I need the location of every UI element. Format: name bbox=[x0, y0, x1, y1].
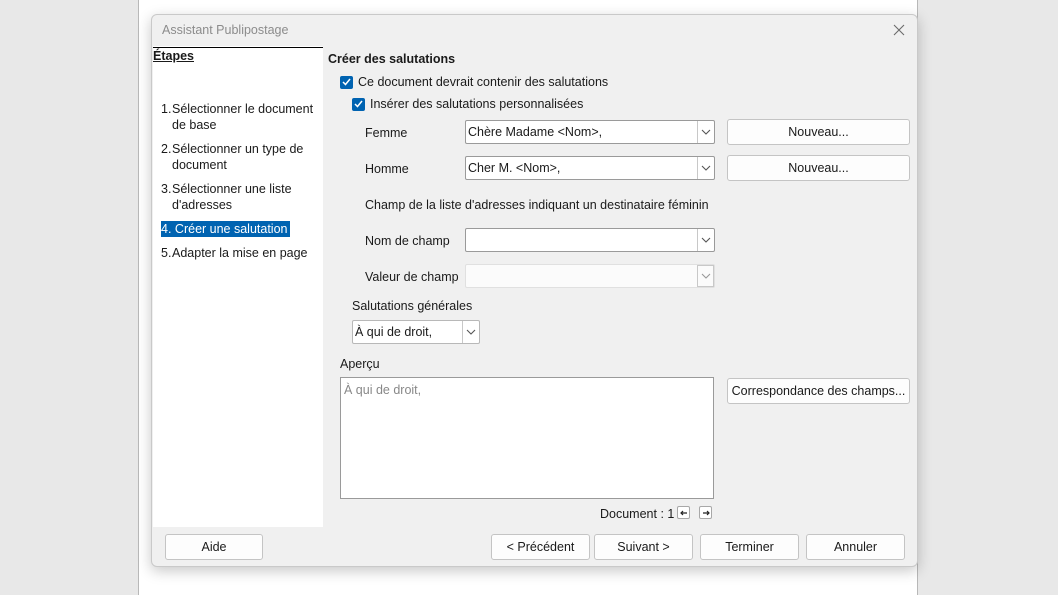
female-new-button[interactable]: Nouveau... bbox=[727, 119, 910, 145]
step-label: Adapter la mise en page bbox=[172, 246, 308, 260]
step-label: Sélectionner le document de base bbox=[172, 102, 314, 132]
step-select-document-type[interactable]: 2. Sélectionner un type de document bbox=[161, 141, 321, 173]
next-document-button[interactable] bbox=[699, 506, 712, 519]
cancel-button[interactable]: Annuler bbox=[806, 534, 905, 560]
mail-merge-wizard-dialog: Assistant Publipostage Étapes 1. Sélecti… bbox=[151, 14, 918, 567]
contains-salutation-checkbox[interactable]: Ce document devrait contenir des salutat… bbox=[340, 75, 608, 89]
close-icon bbox=[893, 24, 905, 36]
button-label: Nouveau... bbox=[788, 125, 849, 139]
step-label: Sélectionner un type de document bbox=[172, 142, 304, 172]
step-create-salutation[interactable]: 4. Créer une salutation bbox=[161, 221, 290, 237]
previous-document-button[interactable] bbox=[677, 506, 690, 519]
female-label: Femme bbox=[365, 126, 408, 140]
steps-heading: Étapes bbox=[153, 47, 323, 64]
male-salutation-select[interactable]: Cher M. <Nom>, bbox=[465, 156, 715, 180]
field-name-label: Nom de champ bbox=[365, 234, 450, 248]
preview-label: Aperçu bbox=[340, 357, 380, 371]
steps-panel: Étapes 1. Sélectionner le document de ba… bbox=[153, 46, 323, 527]
preview-box: À qui de droit, bbox=[340, 377, 714, 499]
arrow-left-icon bbox=[679, 510, 687, 515]
previous-button[interactable]: < Précédent bbox=[491, 534, 590, 560]
document-counter: Document : 1 bbox=[600, 507, 675, 521]
dialog-titlebar: Assistant Publipostage bbox=[152, 15, 917, 47]
checkbox-label: Ce document devrait contenir des salutat… bbox=[358, 75, 609, 89]
male-label: Homme bbox=[365, 162, 409, 176]
checkbox-label: Insérer des salutations personnalisées bbox=[370, 97, 584, 111]
step-adjust-layout[interactable]: 5. Adapter la mise en page bbox=[161, 245, 321, 261]
step-label: Créer une salutation bbox=[174, 222, 288, 236]
close-button[interactable] bbox=[887, 19, 911, 41]
finish-button[interactable]: Terminer bbox=[700, 534, 799, 560]
button-label: Suivant > bbox=[617, 540, 670, 554]
button-label: < Précédent bbox=[506, 540, 575, 554]
female-salutation-select[interactable]: Chère Madame <Nom>, bbox=[465, 120, 715, 144]
general-salutation-select[interactable]: À qui de droit, bbox=[352, 320, 480, 344]
step-number: 1. bbox=[161, 102, 172, 116]
personalized-salutation-checkbox[interactable]: Insérer des salutations personnalisées bbox=[352, 97, 583, 111]
chevron-down-icon bbox=[697, 265, 714, 287]
step-label: Sélectionner une liste d'adresses bbox=[172, 182, 292, 212]
field-name-select[interactable] bbox=[465, 228, 715, 252]
male-new-button[interactable]: Nouveau... bbox=[727, 155, 910, 181]
chevron-down-icon bbox=[697, 157, 714, 179]
select-value: Cher M. <Nom>, bbox=[468, 161, 561, 175]
button-label: Correspondance des champs... bbox=[731, 384, 906, 398]
button-label: Annuler bbox=[833, 540, 878, 554]
general-salutation-label: Salutations générales bbox=[352, 299, 473, 313]
select-value: Chère Madame <Nom>, bbox=[468, 125, 603, 139]
chevron-down-icon bbox=[697, 229, 714, 251]
button-label: Aide bbox=[201, 540, 227, 554]
field-value-label: Valeur de champ bbox=[365, 270, 459, 284]
step-select-base-document[interactable]: 1. Sélectionner le document de base bbox=[161, 101, 321, 133]
step-number: 5. bbox=[161, 246, 172, 260]
field-value-select[interactable] bbox=[465, 264, 715, 288]
arrow-right-icon bbox=[702, 510, 710, 515]
chevron-down-icon bbox=[462, 321, 479, 343]
button-label: Nouveau... bbox=[788, 161, 849, 175]
step-number: 3. bbox=[161, 182, 172, 196]
step-number: 2. bbox=[161, 142, 172, 156]
help-button[interactable]: Aide bbox=[165, 534, 263, 560]
checkbox-checked-icon bbox=[340, 75, 353, 89]
preview-text: À qui de droit, bbox=[344, 383, 422, 397]
field-info-text: Champ de la liste d'adresses indiquant u… bbox=[365, 198, 709, 212]
select-value: À qui de droit, bbox=[355, 325, 433, 339]
step-select-address-list[interactable]: 3. Sélectionner une liste d'adresses bbox=[161, 181, 321, 213]
dialog-title: Assistant Publipostage bbox=[162, 23, 289, 37]
section-title: Créer des salutations bbox=[328, 52, 456, 66]
checkbox-checked-icon bbox=[352, 97, 365, 111]
chevron-down-icon bbox=[697, 121, 714, 143]
match-fields-button[interactable]: Correspondance des champs... bbox=[727, 378, 910, 404]
next-button[interactable]: Suivant > bbox=[594, 534, 693, 560]
button-label: Terminer bbox=[725, 540, 774, 554]
step-number: 4. bbox=[161, 222, 172, 236]
